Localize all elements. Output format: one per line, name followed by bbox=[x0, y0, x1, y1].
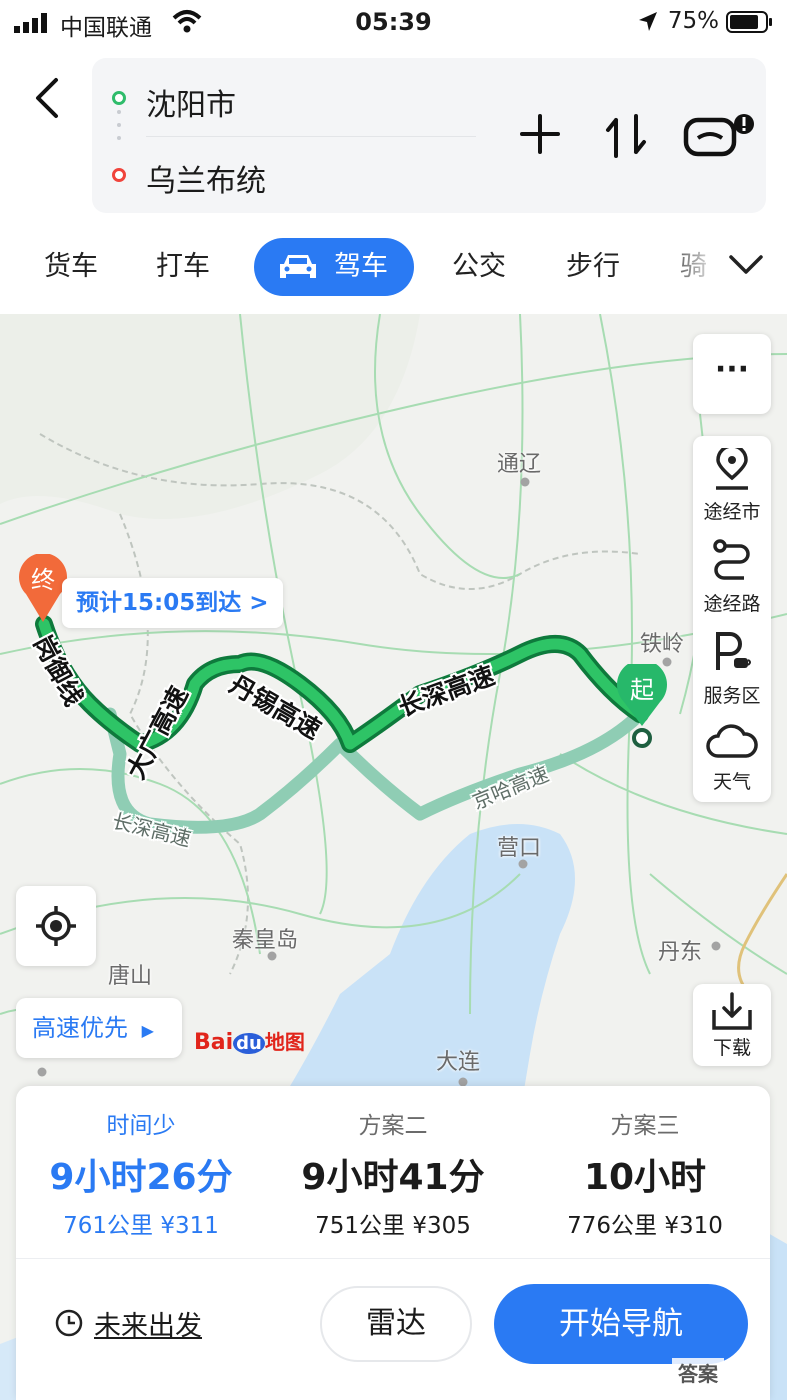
route-preference-button[interactable]: 高速优先 ▶ bbox=[16, 998, 182, 1058]
city-label: 通辽 bbox=[497, 452, 542, 477]
city-label: 营口 bbox=[497, 836, 542, 861]
eta-bubble[interactable]: 预计15:05到达 > bbox=[62, 578, 283, 628]
svg-text:起: 起 bbox=[630, 676, 654, 704]
pin-route-icon bbox=[716, 444, 748, 490]
download-button[interactable]: 下载 bbox=[693, 984, 771, 1066]
tab-walk[interactable]: 步行 bbox=[566, 238, 620, 296]
battery-icon bbox=[726, 11, 772, 33]
divider bbox=[146, 136, 476, 137]
route-path-icon bbox=[713, 539, 750, 580]
watermark: 答案 bbox=[672, 1358, 724, 1387]
origin-field[interactable]: 沈阳市 bbox=[146, 80, 236, 124]
more-options-button[interactable]: ··· bbox=[693, 334, 771, 414]
city-label: 铁岭 bbox=[640, 632, 685, 657]
city-label: 丹东 bbox=[658, 940, 703, 965]
status-bar: 中国联通 05:39 75% bbox=[0, 0, 787, 46]
plan-option[interactable]: 方案三 10小时 776公里 ¥310 bbox=[520, 1106, 770, 1240]
origin-pin[interactable]: 起 bbox=[612, 664, 672, 748]
plan-label: 方案二 bbox=[358, 1113, 428, 1139]
cloud-icon bbox=[706, 724, 758, 758]
city-label: 唐山 bbox=[108, 964, 153, 989]
plan-option[interactable]: 时间少 9小时26分 761公里 ¥311 bbox=[16, 1106, 266, 1240]
download-label: 下载 bbox=[712, 1037, 751, 1059]
location-arrow-icon bbox=[639, 12, 657, 31]
via-city-button[interactable]: 途经市 bbox=[693, 444, 771, 524]
clock-icon bbox=[55, 1309, 83, 1337]
caret-right-icon: ▶ bbox=[141, 1021, 154, 1040]
swap-route-button[interactable] bbox=[604, 112, 648, 160]
plan-distance-cost: 761公里 ¥311 bbox=[63, 1213, 219, 1239]
car-icon bbox=[280, 255, 316, 278]
locate-me-button[interactable] bbox=[16, 886, 96, 966]
start-navigation-button[interactable]: 开始导航 bbox=[494, 1284, 748, 1364]
download-icon bbox=[712, 992, 752, 1030]
battery-percent: 75% bbox=[667, 8, 719, 34]
tab-transit[interactable]: 公交 bbox=[452, 238, 506, 296]
parking-coffee-icon bbox=[716, 632, 751, 670]
tab-drive[interactable]: 驾车 bbox=[254, 238, 414, 296]
route-connector bbox=[117, 110, 121, 160]
divider bbox=[16, 1258, 770, 1259]
route-preference-label: 高速优先 bbox=[32, 1014, 128, 1042]
plan-distance-cost: 776公里 ¥310 bbox=[567, 1213, 723, 1239]
route-plans-panel: 时间少 9小时26分 761公里 ¥311 方案二 9小时41分 751公里 ¥… bbox=[16, 1086, 770, 1400]
plan-distance-cost: 751公里 ¥305 bbox=[315, 1213, 471, 1239]
plan-duration: 9小时26分 bbox=[49, 1157, 233, 1198]
plan-duration: 9小时41分 bbox=[301, 1157, 485, 1198]
destination-field[interactable]: 乌兰布统 bbox=[146, 156, 266, 200]
weather-label: 天气 bbox=[712, 771, 751, 793]
tab-truck[interactable]: 货车 bbox=[44, 238, 98, 296]
share-route-button[interactable] bbox=[682, 110, 754, 162]
via-city-label: 途经市 bbox=[703, 501, 761, 523]
svg-text:终: 终 bbox=[31, 566, 55, 594]
future-departure-button[interactable]: 未来出发 bbox=[54, 1304, 202, 1343]
service-area-button[interactable]: 服务区 bbox=[693, 626, 771, 708]
future-departure-label: 未来出发 bbox=[94, 1311, 202, 1342]
city-label: 大连 bbox=[436, 1050, 481, 1075]
add-waypoint-button[interactable] bbox=[518, 112, 562, 156]
baidu-map-logo: Bai du 地图 bbox=[194, 1030, 305, 1055]
map-tools-panel: 途经市 途经路 服务区 天气 bbox=[693, 436, 771, 802]
end-dot-icon bbox=[112, 168, 126, 182]
back-button[interactable] bbox=[30, 76, 70, 120]
weather-button[interactable]: 天气 bbox=[693, 718, 771, 794]
tab-drive-label: 驾车 bbox=[334, 251, 388, 282]
city-label: 秦皇岛 bbox=[232, 928, 299, 953]
chevron-down-icon[interactable] bbox=[728, 254, 764, 276]
plan-label: 方案三 bbox=[610, 1113, 680, 1139]
plan-duration: 10小时 bbox=[583, 1157, 707, 1198]
route-input-box: 沈阳市 乌兰布统 bbox=[92, 58, 766, 213]
transport-mode-tabs: 货车 打车 驾车 公交 步行 骑 bbox=[0, 238, 787, 298]
plan-option[interactable]: 方案二 9小时41分 751公里 ¥305 bbox=[268, 1106, 518, 1240]
start-dot-icon bbox=[112, 91, 126, 105]
tabs-fade bbox=[660, 238, 720, 296]
plan-label: 时间少 bbox=[106, 1113, 176, 1139]
radar-button[interactable]: 雷达 bbox=[320, 1286, 472, 1362]
tab-taxi[interactable]: 打车 bbox=[156, 238, 210, 296]
more-icon: ··· bbox=[714, 352, 750, 387]
service-area-label: 服务区 bbox=[703, 685, 761, 707]
via-road-button[interactable]: 途经路 bbox=[693, 534, 771, 616]
crosshair-icon bbox=[36, 906, 76, 946]
via-road-label: 途经路 bbox=[703, 593, 761, 615]
